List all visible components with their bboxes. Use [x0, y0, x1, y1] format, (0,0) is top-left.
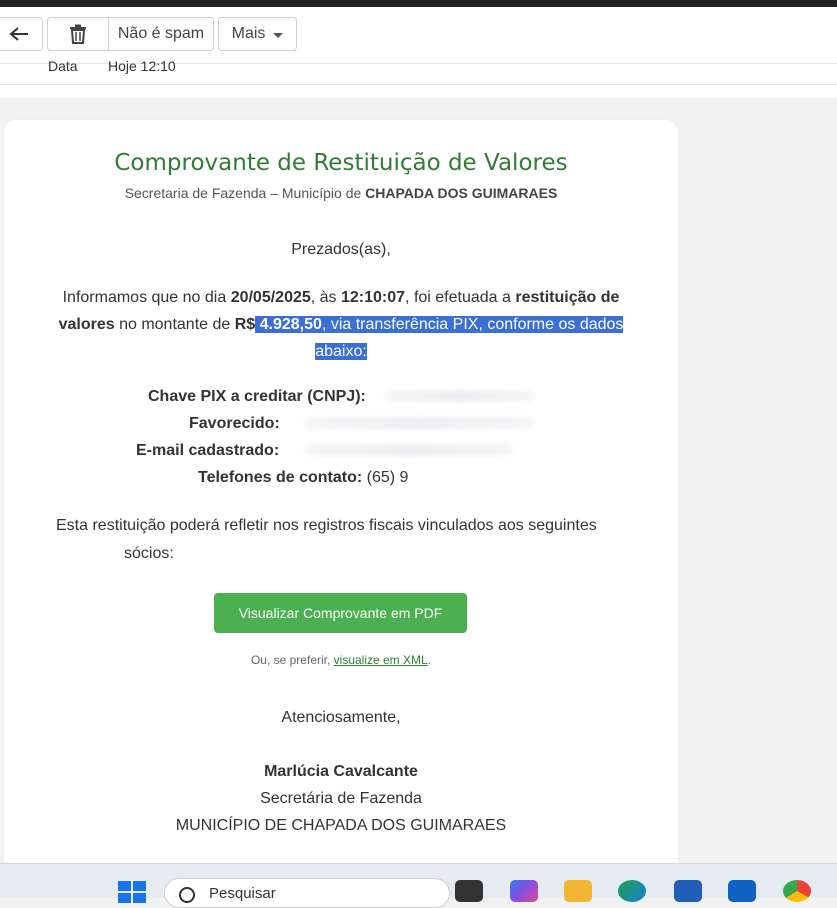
pix-key-row: Chave PIX a creditar (CNPJ):	[148, 388, 366, 406]
email-title: Comprovante de Restituição de Valores	[114, 150, 568, 176]
partners-paragraph: Esta restituição poderá refletir nos reg…	[56, 512, 636, 568]
search-icon	[179, 887, 195, 903]
windows-start-icon[interactable]	[118, 881, 146, 903]
signature-org: MUNICÍPIO DE CHAPADA DOS GUIMARAES	[175, 817, 507, 834]
back-button[interactable]	[0, 17, 43, 51]
not-spam-label: Não é spam	[117, 25, 205, 42]
restitution-date: 20/05/2025	[230, 289, 311, 306]
redacted-email	[304, 444, 514, 456]
taskbar: Pesquisar	[0, 863, 837, 908]
email-toolbar: Não é spam Mais	[0, 7, 837, 63]
task-view-icon[interactable]	[455, 880, 483, 902]
email-subtitle: Secretaria de Fazenda – Município de CHA…	[4, 185, 678, 201]
delete-button[interactable]	[47, 17, 109, 51]
regards: Atenciosamente,	[281, 709, 401, 726]
email-meta-row: Data Hoje 12:10	[0, 58, 837, 85]
xml-prefix: Ou, se preferir,	[250, 653, 334, 667]
redacted-pix-key	[384, 390, 534, 402]
subtitle-prefix: Secretaria de Fazenda – Município de	[124, 185, 366, 201]
date-value: Hoje 12:10	[108, 58, 176, 74]
copilot-icon[interactable]	[510, 880, 538, 902]
store-icon[interactable]	[674, 880, 702, 902]
email-body-card: Comprovante de Restituição de Valores Se…	[4, 120, 678, 880]
email-label: E-mail cadastrado:	[136, 442, 280, 459]
view-xml-link[interactable]: visualize em XML	[334, 653, 428, 667]
greeting: Prezados(as),	[291, 241, 391, 258]
restitution-paragraph: Informamos que no dia 20/05/2025, às 12:…	[34, 284, 648, 365]
taskbar-search-input[interactable]: Pesquisar	[164, 878, 450, 908]
date-label: Data	[48, 58, 78, 74]
email-row: E-mail cadastrado:	[136, 442, 279, 460]
phone-label: Telefones de contato:	[198, 469, 363, 486]
header-divider	[0, 85, 837, 98]
view-pdf-label: Visualizar Comprovante em PDF	[238, 605, 443, 621]
currency-symbol: R$	[234, 316, 256, 333]
body-text: Informamos que no dia	[62, 289, 231, 306]
partners-text: Esta restituição poderá refletir nos reg…	[56, 517, 597, 534]
trash-icon	[70, 24, 86, 44]
more-button[interactable]: Mais	[218, 17, 297, 51]
beneficiary-label: Favorecido:	[189, 415, 280, 432]
chevron-down-icon	[273, 32, 284, 38]
window-top-bar	[0, 0, 837, 7]
restitution-time: 12:10:07	[341, 289, 406, 306]
edge-icon[interactable]	[618, 880, 646, 902]
beneficiary-row: Favorecido:	[189, 415, 280, 433]
search-placeholder: Pesquisar	[209, 885, 276, 902]
restitution-amount: 4.928,50	[255, 316, 322, 333]
signature-name: Marlúcia Cavalcante	[264, 763, 418, 780]
body-text-selected: , via transferência PIX, conforme os dad…	[315, 316, 624, 360]
pix-key-label: Chave PIX a creditar (CNPJ):	[148, 388, 366, 405]
phone-value: (65) 9	[362, 469, 409, 486]
xml-suffix: .	[427, 653, 432, 667]
arrow-left-icon	[8, 27, 28, 41]
file-explorer-icon[interactable]	[564, 880, 592, 902]
phone-row: Telefones de contato: (65) 9	[198, 469, 408, 487]
partners-text: sócios:	[124, 545, 174, 562]
body-text: no montante de	[114, 316, 235, 333]
signature-role: Secretária de Fazenda	[260, 790, 422, 807]
not-spam-button[interactable]: Não é spam	[108, 17, 214, 51]
more-label: Mais	[231, 25, 266, 42]
redacted-beneficiary	[304, 417, 534, 429]
body-text: , às	[310, 289, 341, 306]
xml-alternative: Ou, se preferir, visualize em XML.	[4, 653, 678, 667]
chrome-icon[interactable]	[783, 880, 811, 902]
view-pdf-button[interactable]: Visualizar Comprovante em PDF	[214, 593, 467, 633]
outlook-icon[interactable]	[728, 880, 756, 902]
body-text: , foi efetuada a	[405, 289, 516, 306]
subtitle-city: CHAPADA DOS GUIMARAES	[365, 185, 558, 201]
